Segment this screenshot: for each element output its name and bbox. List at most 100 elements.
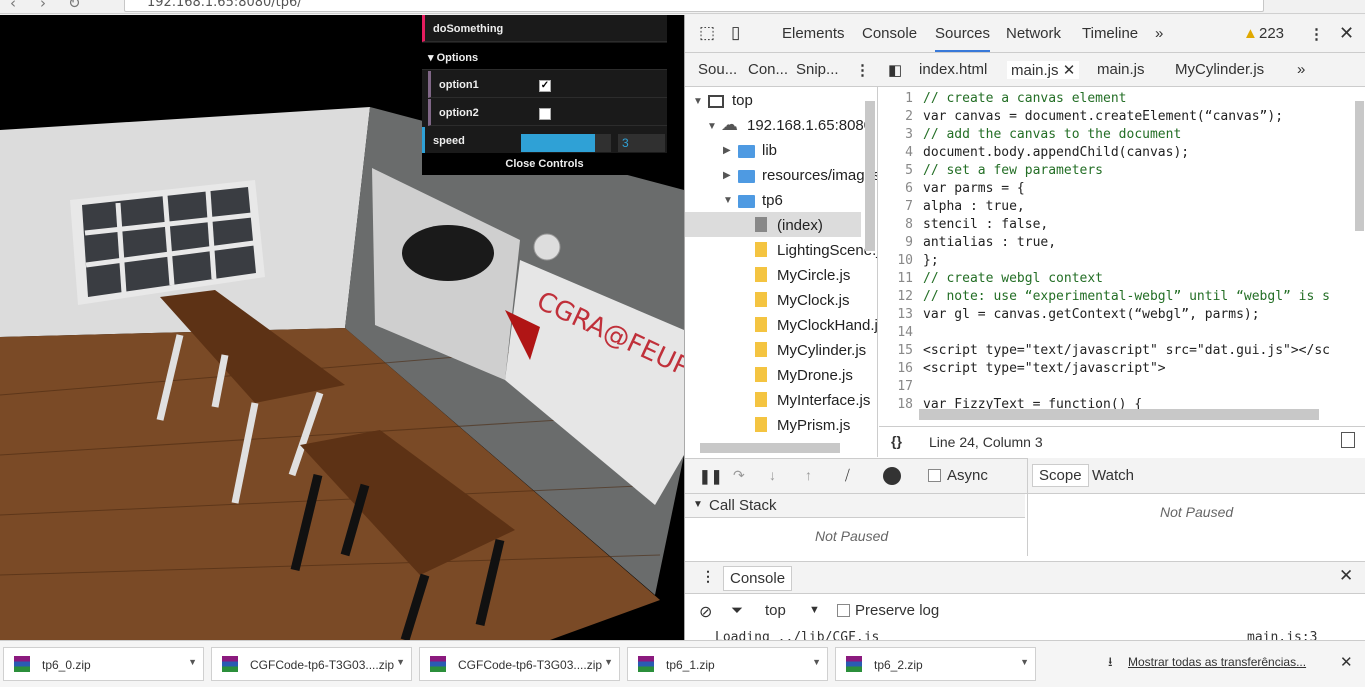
show-all-downloads-link[interactable]: Mostrar todas as transferências...: [1128, 655, 1306, 669]
tab-watch[interactable]: Watch: [1092, 467, 1134, 484]
close-controls-button[interactable]: Close Controls: [422, 153, 667, 175]
tab-elements[interactable]: Elements: [782, 25, 845, 42]
close-tab-icon[interactable]: ✕: [1063, 62, 1076, 79]
step-out-icon[interactable]: ↑: [805, 467, 812, 483]
download-menu-icon[interactable]: ▼: [812, 657, 821, 667]
line-number[interactable]: 13: [879, 307, 913, 322]
line-number[interactable]: 1: [879, 91, 913, 106]
speed-input[interactable]: 3: [618, 134, 665, 152]
do-something-button[interactable]: doSomething: [422, 15, 667, 42]
line-number[interactable]: 6: [879, 181, 913, 196]
tab-scope[interactable]: Scope: [1032, 464, 1089, 487]
nav-tab-sources[interactable]: Sou...: [698, 61, 737, 78]
toggle-navigator-icon[interactable]: ◧: [888, 61, 902, 79]
tree-folder-tp6[interactable]: tp6: [762, 192, 783, 209]
tree-file[interactable]: MyDrone.js: [777, 367, 853, 384]
back-icon[interactable]: ‹: [10, 0, 16, 12]
line-number[interactable]: 11: [879, 271, 913, 286]
line-number[interactable]: 9: [879, 235, 913, 250]
line-number[interactable]: 4: [879, 145, 913, 160]
tree-file[interactable]: MyClockHand.js: [777, 317, 877, 334]
more-tabs-icon[interactable]: »: [1155, 25, 1163, 42]
pretty-print-icon[interactable]: {}: [891, 433, 902, 449]
more-file-tabs-icon[interactable]: »: [1297, 61, 1305, 78]
editor-hscrollbar[interactable]: [919, 409, 1319, 420]
line-number[interactable]: 14: [879, 325, 913, 340]
option2-checkbox[interactable]: [539, 108, 551, 120]
reload-icon[interactable]: ↻: [68, 0, 81, 12]
pause-icon[interactable]: ❚❚: [699, 468, 722, 485]
step-over-icon[interactable]: ↷: [733, 467, 745, 484]
tab-timeline[interactable]: Timeline: [1082, 25, 1138, 42]
line-number[interactable]: 8: [879, 217, 913, 232]
context-dropdown-icon[interactable]: ▼: [809, 604, 820, 616]
tree-file[interactable]: MyCircle.js: [777, 267, 850, 284]
call-stack-header[interactable]: ▼ Call Stack: [685, 494, 1025, 518]
devtools-menu-icon[interactable]: ⋮: [1309, 25, 1324, 43]
device-mode-icon[interactable]: ▯: [731, 23, 740, 43]
expand-top-icon[interactable]: ▼: [693, 96, 703, 107]
option2-row[interactable]: option2: [428, 99, 667, 126]
file-tab-main-js-active[interactable]: main.js ✕: [1007, 61, 1080, 79]
file-tab-mycylinder-js[interactable]: MyCylinder.js: [1175, 61, 1264, 78]
nav-menu-icon[interactable]: ⋮: [855, 61, 870, 79]
expand-resources-icon[interactable]: ▶: [723, 170, 731, 181]
line-number[interactable]: 16: [879, 361, 913, 376]
line-number[interactable]: 15: [879, 343, 913, 358]
close-downloads-icon[interactable]: ✕: [1340, 653, 1353, 671]
tree-file-index[interactable]: (index): [777, 217, 823, 234]
line-number[interactable]: 2: [879, 109, 913, 124]
tree-folder-resources[interactable]: resources/images: [762, 167, 877, 184]
tree-host[interactable]: 192.168.1.65:8080: [747, 117, 872, 134]
clear-console-icon[interactable]: ⊘: [699, 602, 712, 622]
tab-console-drawer[interactable]: Console: [723, 566, 793, 591]
close-drawer-icon[interactable]: ✕: [1339, 566, 1353, 586]
download-item[interactable]: tp6_0.zip ▼: [3, 647, 204, 681]
line-number[interactable]: 17: [879, 379, 913, 394]
speed-slider[interactable]: [521, 134, 611, 152]
option1-row[interactable]: option1 ✓: [428, 71, 667, 98]
line-number[interactable]: 7: [879, 199, 913, 214]
line-number[interactable]: 5: [879, 163, 913, 178]
toggle-debugger-icon[interactable]: [1341, 432, 1355, 448]
line-number[interactable]: 18: [879, 397, 913, 412]
options-folder[interactable]: ▾ Options: [422, 43, 667, 70]
download-menu-icon[interactable]: ▼: [396, 657, 405, 667]
expand-lib-icon[interactable]: ▶: [723, 145, 731, 156]
line-number[interactable]: 10: [879, 253, 913, 268]
tab-sources[interactable]: Sources: [935, 25, 991, 52]
tree-top[interactable]: top: [732, 92, 753, 109]
context-select[interactable]: top: [765, 602, 786, 619]
tab-console[interactable]: Console: [862, 25, 917, 42]
download-menu-icon[interactable]: ▼: [604, 657, 613, 667]
line-number[interactable]: 3: [879, 127, 913, 142]
tree-file[interactable]: MyInterface.js: [777, 392, 870, 409]
step-into-icon[interactable]: ↓: [769, 467, 776, 483]
navigator-scrollbar[interactable]: [865, 101, 875, 251]
nav-tab-snippets[interactable]: Snip...: [796, 61, 839, 78]
navigator-hscrollbar[interactable]: [700, 443, 840, 453]
tree-folder-lib[interactable]: lib: [762, 142, 777, 159]
expand-host-icon[interactable]: ▼: [707, 121, 717, 132]
close-devtools-icon[interactable]: ✕: [1339, 23, 1354, 44]
filter-icon[interactable]: ⏷: [731, 602, 743, 619]
preserve-log-checkbox[interactable]: [837, 604, 850, 617]
download-item[interactable]: tp6_2.zip ▼: [835, 647, 1036, 681]
deactivate-breakpoints-icon[interactable]: ⧸: [845, 467, 850, 484]
file-tab-main-js[interactable]: main.js: [1097, 61, 1145, 78]
address-bar[interactable]: 192.168.1.65:8080/tp6/: [124, 0, 1264, 12]
forward-icon[interactable]: ›: [40, 0, 46, 12]
code-editor[interactable]: 1 // create a canvas element 2 var canvas =…: [879, 87, 1365, 422]
pause-on-exceptions-icon[interactable]: [883, 467, 901, 485]
download-item[interactable]: CGFCode-tp6-T3G03....zip ▼: [419, 647, 620, 681]
warning-icon[interactable]: ▲: [1243, 25, 1258, 42]
async-checkbox[interactable]: [928, 469, 941, 482]
file-tab-index-html[interactable]: index.html: [919, 61, 987, 78]
expand-tp6-icon[interactable]: ▼: [723, 195, 733, 206]
download-menu-icon[interactable]: ▼: [1020, 657, 1029, 667]
download-item[interactable]: tp6_1.zip ▼: [627, 647, 828, 681]
download-menu-icon[interactable]: ▼: [188, 657, 197, 667]
drawer-menu-icon[interactable]: ⋮: [701, 568, 715, 585]
tree-file[interactable]: MyCylinder.js: [777, 342, 866, 359]
nav-tab-content-scripts[interactable]: Con...: [748, 61, 788, 78]
